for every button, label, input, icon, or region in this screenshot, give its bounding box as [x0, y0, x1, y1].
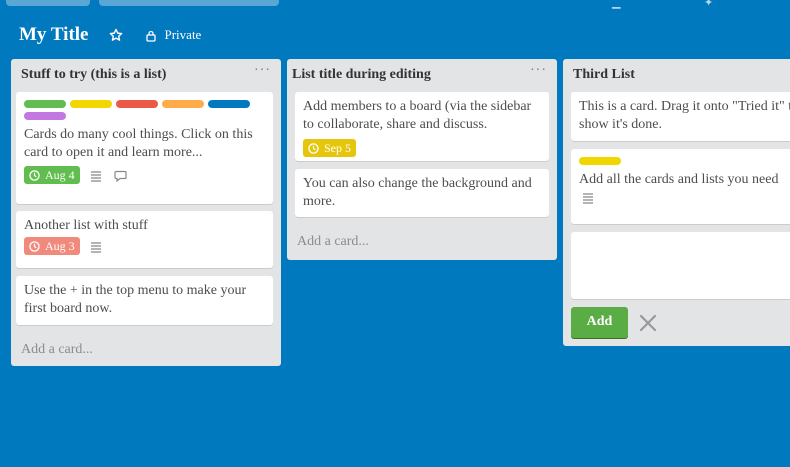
list-header: Third List: [563, 59, 790, 89]
add-card-link[interactable]: Add a card...: [297, 234, 369, 250]
due-date-label: Aug 3: [45, 238, 75, 253]
new-card-textarea[interactable]: [571, 232, 790, 299]
list-card[interactable]: You can also change the background and m…: [295, 169, 549, 217]
board-header: My Title Private: [0, 20, 790, 50]
due-date-label: Aug 4: [45, 167, 75, 182]
list-title[interactable]: List title during editing: [292, 67, 431, 83]
boards-button[interactable]: [6, 0, 90, 6]
list-header: Stuff to try (this is a list) ···: [11, 59, 281, 89]
card-badges: Sep 5: [303, 139, 541, 157]
header-search-input[interactable]: [99, 0, 279, 6]
list-card[interactable]: Cards do many cool things. Click on this…: [16, 92, 273, 204]
clock-icon: [29, 240, 40, 252]
list-editing: List title during editing ··· Add member…: [287, 59, 557, 260]
list-stuff-to-try: Stuff to try (this is a list) ··· Cards …: [11, 59, 281, 366]
card-badges: [579, 191, 790, 204]
due-date-badge[interactable]: Aug 4: [24, 166, 80, 184]
card-labels: [24, 100, 265, 120]
label-yellow: [70, 100, 112, 108]
card-labels: [579, 157, 790, 165]
header-icon[interactable]: ✦: [704, 0, 713, 9]
header-icon[interactable]: ▁: [612, 0, 620, 9]
list-title[interactable]: Stuff to try (this is a list): [21, 67, 166, 83]
card-badges: Aug 3: [24, 237, 265, 255]
list-menu-icon[interactable]: ···: [530, 63, 547, 79]
list-card[interactable]: Use the + in the top menu to make your f…: [16, 276, 273, 325]
list-title[interactable]: Third List: [573, 67, 635, 83]
comment-icon: [114, 169, 127, 183]
due-date-badge[interactable]: Sep 5: [303, 139, 356, 157]
label-yellow: [579, 157, 621, 165]
list-header: List title during editing ···: [287, 59, 557, 89]
star-icon[interactable]: [109, 28, 123, 42]
visibility-label: Private: [164, 27, 202, 42]
card-title: Use the + in the top menu to make your f…: [24, 283, 247, 316]
card-title: This is a card. Drag it onto "Tried it" …: [579, 99, 790, 132]
label-red: [116, 100, 158, 108]
top-header-strip: ▁ ✦: [0, 0, 790, 12]
close-icon[interactable]: [639, 314, 657, 332]
list-card[interactable]: This is a card. Drag it onto "Tried it" …: [571, 92, 790, 141]
add-card-link[interactable]: Add a card...: [21, 342, 93, 358]
due-date-label: Sep 5: [324, 140, 351, 155]
label-green: [24, 100, 66, 108]
list-card[interactable]: Add all the cards and lists you need: [571, 149, 790, 224]
description-icon: [90, 169, 102, 182]
list-menu-icon[interactable]: ···: [254, 63, 271, 79]
add-card-button[interactable]: Add: [571, 307, 628, 338]
label-orange: [162, 100, 204, 108]
card-badges: Aug 4: [24, 166, 265, 184]
list-card[interactable]: Another list with stuff Aug 3: [16, 211, 273, 268]
card-title: You can also change the background and m…: [303, 176, 532, 209]
label-purple: [24, 112, 66, 120]
list-third: Third List This is a card. Drag it onto …: [563, 59, 790, 346]
visibility-button[interactable]: Private: [145, 27, 202, 43]
board-title[interactable]: My Title: [19, 24, 89, 46]
lock-icon: [145, 29, 157, 42]
card-title: Cards do many cool things. Click on this…: [24, 127, 253, 160]
list-card[interactable]: Add members to a board (via the sidebar …: [295, 92, 549, 161]
description-icon: [582, 191, 594, 204]
description-icon: [90, 240, 102, 253]
card-title: Add all the cards and lists you need: [579, 172, 779, 187]
due-date-badge[interactable]: Aug 3: [24, 237, 80, 255]
card-title: Add members to a board (via the sidebar …: [303, 99, 532, 132]
card-title: Another list with stuff: [24, 218, 148, 233]
clock-icon: [308, 142, 319, 154]
label-blue: [208, 100, 250, 108]
clock-icon: [29, 169, 40, 181]
